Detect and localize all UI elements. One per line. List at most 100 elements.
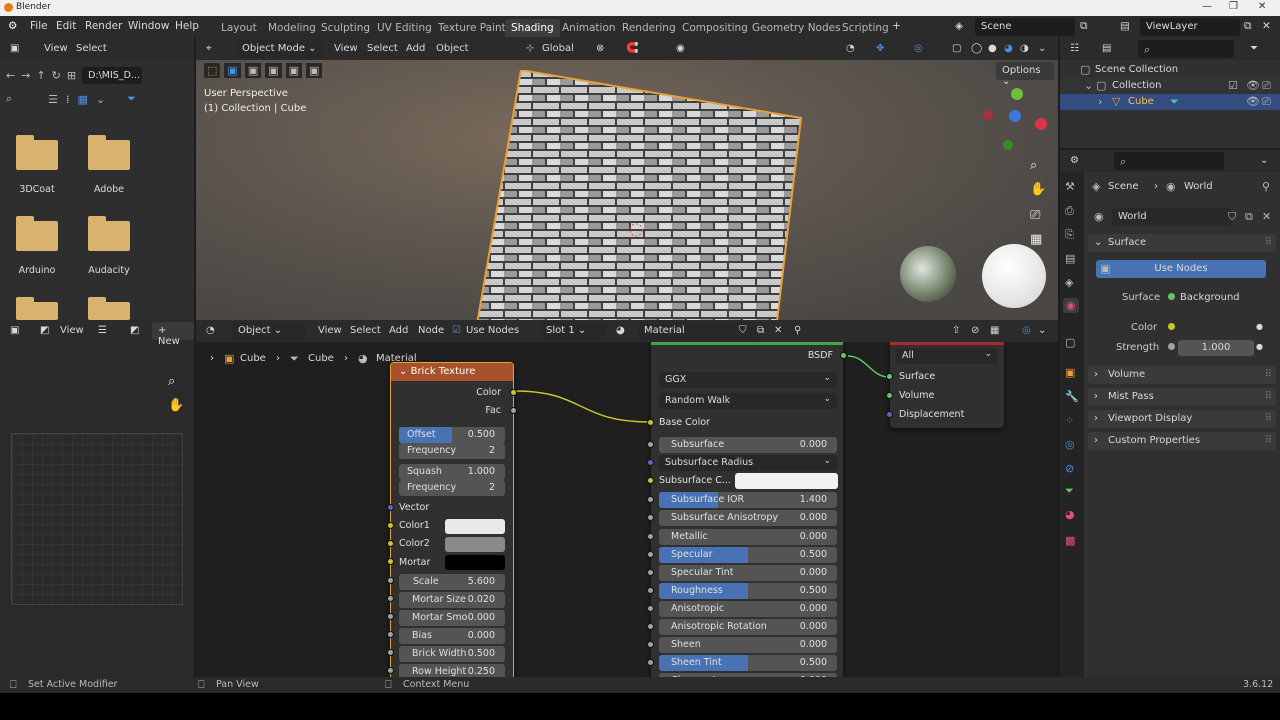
hamburger-icon[interactable]: ☰: [98, 325, 107, 336]
bsdf-slider-field[interactable]: Subsurface 0.000: [659, 437, 837, 453]
tab-modeling[interactable]: Modeling: [262, 19, 322, 37]
camera-icon[interactable]: ⎚: [1030, 208, 1040, 223]
menu-add[interactable]: Add: [389, 325, 408, 336]
keyframe-dot-icon[interactable]: ●: [1256, 342, 1263, 351]
bsdf-input-socket[interactable]: [647, 641, 654, 648]
folder-icon[interactable]: [16, 135, 58, 170]
color2-socket[interactable]: [387, 540, 394, 547]
bsdf-slider-field[interactable]: Anisotropic Rotation 0.000: [659, 619, 837, 635]
scale-field[interactable]: Scale 5.600: [399, 574, 505, 590]
new-folder-icon[interactable]: ⊞: [67, 69, 76, 82]
new-scene-icon[interactable]: ⧉: [1080, 20, 1088, 33]
filter-icon[interactable]: ⏷: [1250, 43, 1258, 54]
color2-swatch[interactable]: [445, 537, 505, 552]
path-field[interactable]: D:\MIS_D...: [82, 66, 143, 84]
solid-shading-icon[interactable]: ●: [988, 43, 997, 54]
folder-label[interactable]: Arduino: [1, 265, 73, 276]
cursor-icon[interactable]: ⬚: [204, 63, 221, 78]
use-nodes-button[interactable]: ▣ Use Nodes: [1096, 260, 1266, 278]
brick-width-field[interactable]: Brick Width 0.500: [399, 646, 505, 662]
node-editor-canvas[interactable]: › ▣ Cube › ⏷ Cube › ◕ Material ⌄ Brick T…: [196, 342, 1056, 677]
viewport-display-panel-header[interactable]: › Viewport Display ⠿: [1088, 410, 1276, 428]
tab-shading[interactable]: Shading: [505, 19, 560, 37]
editor-type-icon[interactable]: ⚙: [1070, 155, 1079, 166]
bsdf-dropdown-field[interactable]: Subsurface Radius ⌄: [659, 455, 837, 471]
options-dropdown[interactable]: Options ⌄: [996, 62, 1054, 87]
brick-node-header[interactable]: ⌄ Brick Texture: [391, 363, 513, 381]
outliner-search[interactable]: ⌕: [1138, 40, 1234, 58]
duplicate-icon[interactable]: ⧉: [1245, 210, 1253, 224]
physics-tab-icon[interactable]: ◎: [1065, 438, 1075, 451]
neg-x-axis-icon[interactable]: [983, 110, 993, 120]
new-image-button[interactable]: + New: [152, 322, 194, 347]
menu-file[interactable]: File: [30, 20, 48, 32]
view-layer-icon[interactable]: ▤: [1120, 20, 1130, 32]
tab-texture-paint[interactable]: Texture Paint: [432, 19, 512, 37]
menu-help[interactable]: Help: [175, 20, 199, 32]
image-browse-icon[interactable]: ◩: [130, 325, 139, 336]
camera-icon[interactable]: ⎚: [1262, 79, 1271, 93]
editor-type-icon[interactable]: ⌖: [206, 43, 212, 54]
bsdf-output-socket[interactable]: [840, 352, 847, 359]
bsdf-node-header[interactable]: [651, 342, 843, 345]
bsdf-input-socket[interactable]: [647, 514, 654, 521]
snap-target-icon[interactable]: ▦: [990, 325, 999, 336]
bsdf-slider-field[interactable]: Anisotropic 0.000: [659, 601, 837, 617]
squash-frequency-field[interactable]: Frequency 2: [399, 480, 505, 496]
select-extend-icon[interactable]: ▣: [244, 63, 262, 78]
image-mode-icon[interactable]: ◩: [40, 325, 49, 336]
x-axis-icon[interactable]: [1035, 118, 1047, 130]
volume-input-socket[interactable]: [886, 392, 893, 399]
xray-icon[interactable]: ▢: [952, 43, 961, 54]
displacement-input-socket[interactable]: [886, 411, 893, 418]
menu-select[interactable]: Select: [350, 325, 381, 336]
forward-icon[interactable]: →: [21, 69, 30, 82]
surface-shader-field[interactable]: Background: [1166, 289, 1266, 307]
eye-icon[interactable]: 👁: [1246, 79, 1260, 92]
select-new-icon[interactable]: ▣: [224, 63, 241, 78]
camera-icon[interactable]: ⎚: [1262, 95, 1271, 109]
distribution-dropdown[interactable]: GGX ⌄: [659, 372, 837, 388]
tab-compositing[interactable]: Compositing: [676, 19, 754, 37]
properties-search[interactable]: ⌕: [1114, 152, 1224, 170]
proportional-edit-icon[interactable]: ◉: [676, 43, 685, 54]
zoom-icon[interactable]: ⌕: [1030, 158, 1037, 173]
pivot-icon[interactable]: ⊗: [596, 43, 604, 54]
bsdf-input-socket[interactable]: [647, 605, 654, 612]
keyframe-dot-icon[interactable]: ●: [1256, 322, 1263, 331]
editor-type-icon[interactable]: ◔: [206, 325, 215, 336]
output-tab-icon[interactable]: ⎘: [1065, 228, 1074, 242]
folder-icon[interactable]: [16, 297, 58, 320]
bsdf-input-socket[interactable]: [647, 659, 654, 666]
minimize-icon[interactable]: —: [1202, 1, 1212, 12]
world-datablock-selector[interactable]: ◉ World ⛉ ⧉ ✕: [1088, 208, 1276, 226]
horizontal-list-icon[interactable]: ⁞: [66, 93, 70, 106]
custom-properties-panel-header[interactable]: › Custom Properties ⠿: [1088, 432, 1276, 450]
tab-animation[interactable]: Animation: [556, 19, 622, 37]
view-layer-tab-icon[interactable]: ▤: [1065, 252, 1075, 265]
scene-selector-icon[interactable]: ◈: [955, 20, 963, 32]
folder-label[interactable]: 3DCoat: [1, 184, 73, 195]
output-target-dropdown[interactable]: All ⌄: [896, 348, 998, 364]
texture-tab-icon[interactable]: ▩: [1065, 534, 1075, 547]
folder-icon[interactable]: [88, 216, 130, 251]
tab-uv-editing[interactable]: UV Editing: [371, 19, 438, 37]
offset-field[interactable]: Offset 0.500: [399, 427, 505, 443]
expand-arrow-icon[interactable]: ⌄: [1084, 79, 1093, 92]
pin-icon[interactable]: ⚲: [794, 325, 801, 336]
add-workspace-icon[interactable]: +: [892, 20, 901, 32]
squash-field[interactable]: Squash 1.000: [399, 464, 505, 480]
bsdf-input-socket[interactable]: [647, 569, 654, 576]
modifier-tab-icon[interactable]: 🔧: [1065, 390, 1079, 403]
visibility-icon[interactable]: ◔: [846, 43, 855, 54]
chevron-down-icon[interactable]: ⌄: [1260, 155, 1268, 166]
tab-sculpting[interactable]: Sculpting: [315, 19, 376, 37]
bsdf-input-socket[interactable]: [647, 477, 654, 484]
z-axis-icon[interactable]: [1009, 110, 1021, 122]
output-node-header[interactable]: [890, 342, 1004, 345]
material-browse-icon[interactable]: ◕: [616, 325, 625, 336]
bsdf-input-socket[interactable]: [647, 623, 654, 630]
bsdf-input-socket[interactable]: [647, 441, 654, 448]
brick-width-socket[interactable]: [387, 649, 394, 656]
tool-tab-icon[interactable]: ⚒: [1065, 180, 1075, 193]
